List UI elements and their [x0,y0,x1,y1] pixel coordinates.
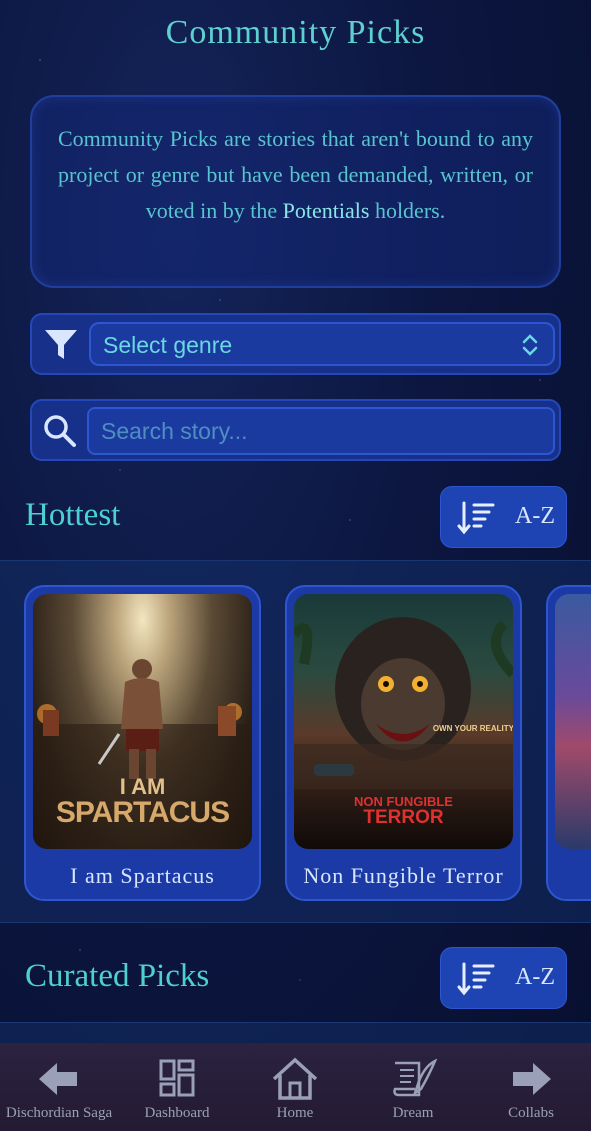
curated-sort-button[interactable]: A-Z [440,947,567,1009]
scroll-quill-icon [393,1058,437,1097]
hottest-carousel[interactable]: I AM SPARTACUS I am Spartacus OWN YOUR R… [0,560,591,923]
bottom-nav: Dischordian Saga Dashboard Home Dream Co… [0,1043,591,1131]
cover-title-line2: SPARTACUS [55,796,230,829]
cover-tagline: OWN YOUR REALITY [432,724,513,733]
story-card[interactable]: I AM SPARTACUS I am Spartacus [24,585,261,901]
genre-filter-bar: Select genre [30,313,561,375]
nav-label: Collabs [508,1105,554,1121]
story-card-title: I am Spartacus [70,863,215,888]
info-box: Community Picks are stories that aren't … [30,95,561,288]
cover-title-line2: TERROR [363,807,444,828]
filter-icon[interactable] [44,328,78,362]
story-cover-image: OWN YOUR REALITY NON FUNGIBLE TERROR [294,594,513,849]
story-card-title: Non Fungible Terror [303,863,504,888]
search-icon [44,415,76,447]
info-text-end: holders. [369,198,446,223]
nav-dream[interactable]: Dream [354,1057,472,1122]
sort-label: A-Z [515,503,555,529]
arrow-left-icon [39,1063,77,1095]
nav-collabs[interactable]: Collabs [472,1057,590,1122]
genre-select[interactable]: Select genre [89,322,555,366]
genre-select-value: Select genre [103,332,233,358]
home-icon [272,1057,318,1100]
search-bar [30,399,561,461]
page-title: Community Picks [165,14,426,51]
nav-label: Dashboard [144,1105,210,1121]
sort-descending-icon [457,501,495,535]
sort-label: A-Z [515,964,555,990]
arrow-right-icon [513,1063,551,1095]
potentials-highlight: Potentials [282,198,370,223]
dashboard-icon [159,1059,195,1097]
nav-label: Home [276,1105,314,1121]
hottest-title: Hottest [25,497,121,533]
chevron-updown-icon [522,334,538,356]
hottest-sort-button[interactable]: A-Z [440,486,567,548]
nav-home[interactable]: Home [236,1057,354,1122]
nav-label: Dischordian Saga [5,1105,113,1121]
story-card[interactable] [546,585,591,901]
nav-dashboard[interactable]: Dashboard [118,1057,236,1122]
curated-title: Curated Picks [25,958,210,994]
curated-carousel[interactable] [0,1022,591,1043]
search-input[interactable] [87,407,555,455]
story-card[interactable]: OWN YOUR REALITY NON FUNGIBLE TERROR Non… [285,585,522,901]
nav-dischordian-saga[interactable]: Dischordian Saga [0,1057,118,1122]
sort-descending-icon [457,962,495,996]
story-cover-image [555,594,591,849]
story-cover-image: I AM SPARTACUS [33,594,252,849]
nav-label: Dream [392,1105,434,1121]
